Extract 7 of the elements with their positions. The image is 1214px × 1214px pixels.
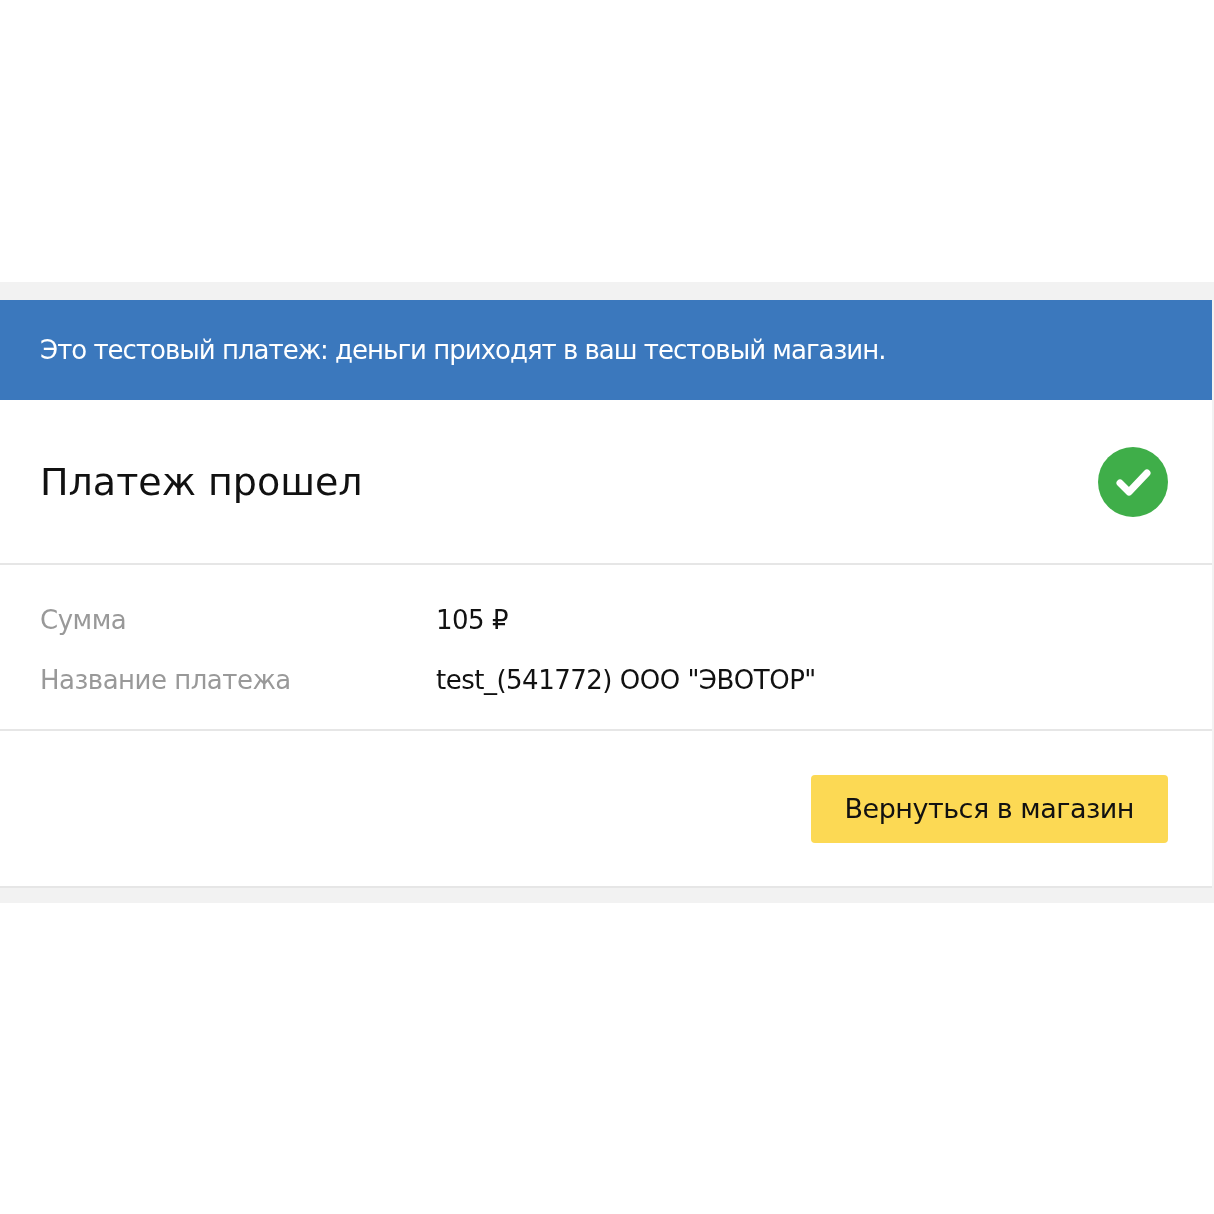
detail-label: Название платежа — [40, 665, 292, 695]
detail-label: Сумма — [40, 605, 128, 635]
return-to-store-button[interactable]: Вернуться в магазин — [810, 774, 1168, 843]
detail-value: test_(541772) ООО "ЭВОТОР" — [436, 665, 817, 695]
detail-value: 105 ₽ — [436, 605, 509, 635]
status-title: Платеж прошел — [40, 459, 363, 504]
test-notice: Это тестовый платеж: деньги приходят в ваш тестовый магазин. — [0, 300, 1212, 400]
